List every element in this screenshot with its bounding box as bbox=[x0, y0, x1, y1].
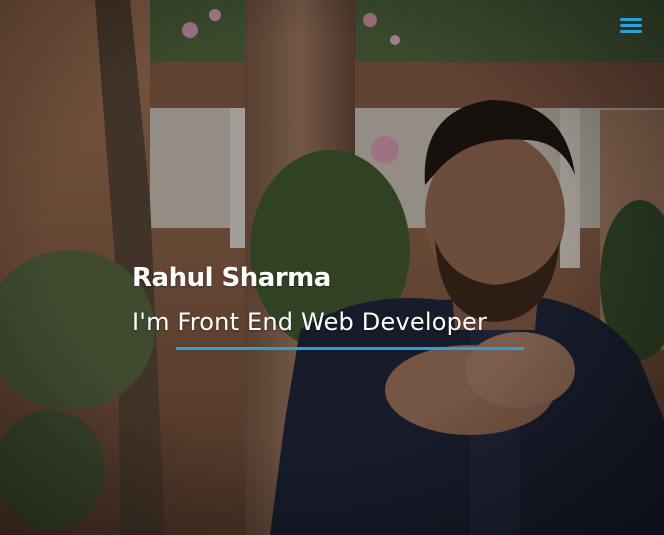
hero-section: Rahul Sharma I'm Front End Web Developer bbox=[0, 0, 664, 535]
hero-tagline: I'm Front End Web Developer bbox=[132, 308, 488, 336]
hero-intro: Rahul Sharma I'm Front End Web Developer bbox=[132, 258, 487, 342]
hamburger-menu-icon-bar bbox=[620, 30, 642, 33]
menu-toggle-button[interactable] bbox=[620, 18, 642, 38]
tagline-underline bbox=[176, 347, 524, 350]
hero-name: Rahul Sharma bbox=[132, 263, 331, 293]
hamburger-menu-icon-bar bbox=[620, 24, 642, 27]
hamburger-menu-icon bbox=[620, 18, 642, 21]
